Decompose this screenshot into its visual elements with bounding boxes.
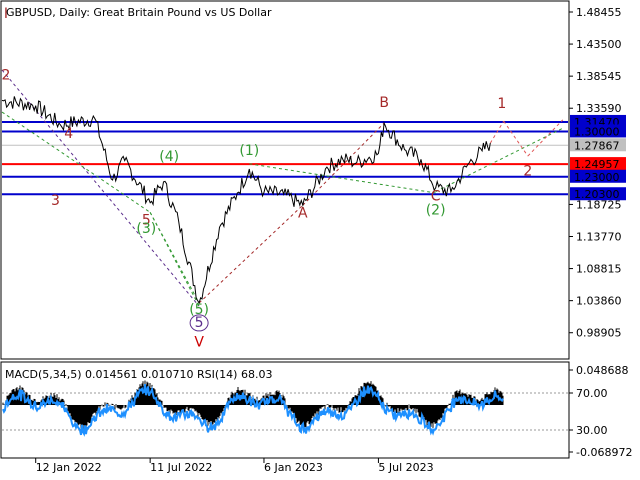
ind-label-3: -0.068972 (576, 446, 632, 459)
level-label-2: 1.27867 (574, 139, 620, 152)
wave-label-12: B (379, 95, 389, 111)
wave-label-3: 3 (51, 193, 60, 209)
ytick-label-1: 1.43500 (576, 38, 622, 51)
xtick-label-1: 11 Jul 2022 (150, 461, 212, 474)
wave-label-7: (3) (136, 221, 156, 237)
gbpusd-chart: I2435V(4)(3)(5)5(1)ABC(2)12 GBPUSD, Dail… (0, 0, 632, 474)
indicator-label: MACD(5,34,5) 0.014561 0.010710 RSI(14) 6… (5, 368, 272, 381)
wave-label-5: V (194, 334, 204, 350)
wave-label-11: A (298, 206, 308, 222)
ytick-label-7: 1.08815 (576, 263, 622, 276)
xtick-label-0: 12 Jan 2022 (36, 461, 102, 474)
wave-label-10: (1) (239, 143, 259, 159)
ytick-label-5: 1.18725 (576, 198, 622, 211)
ind-label-1: 70.00 (576, 387, 608, 400)
ytick-label-2: 1.38545 (576, 70, 622, 83)
ind-label-2: 30.00 (576, 424, 608, 437)
time-axis: 12 Jan 2022 11 Jul 2022 6 Jan 2023 5 Jul 20… (35, 458, 434, 474)
ytick-label-8: 1.03860 (576, 295, 622, 308)
chart-title: GBPUSD, Daily: Great Britain Pound vs US… (6, 6, 272, 19)
level-label-1: 1.30000 (574, 125, 620, 138)
ytick-label-0: 1.48455 (576, 6, 622, 19)
xtick-label-3: 5 Jul 2023 (378, 461, 433, 474)
ytick-label-9: 0.98905 (576, 327, 622, 340)
level-label-3: 1.24957 (574, 158, 620, 171)
price-panel (0, 0, 570, 360)
xtick-label-2: 6 Jan 2023 (264, 461, 323, 474)
wave-label-9: 5 (195, 315, 204, 331)
ytick-label-3: 1.33590 (576, 102, 622, 115)
wave-label-2: 4 (64, 126, 73, 142)
indicator-axis: 0.048688 70.00 30.00 -0.068972 (569, 364, 632, 459)
wave-label-1: 2 (2, 68, 11, 84)
wave-label-16: 2 (523, 163, 532, 179)
wave-label-15: 1 (497, 96, 506, 112)
wave-label-14: (2) (426, 202, 446, 218)
level-label-4: 1.23000 (574, 171, 620, 184)
price-axis: 1.314701.300001.278671.249571.230001.203… (569, 6, 626, 340)
ytick-label-6: 1.13770 (576, 231, 622, 244)
ind-label-0: 0.048688 (576, 364, 629, 377)
wave-label-6: (4) (159, 149, 179, 165)
